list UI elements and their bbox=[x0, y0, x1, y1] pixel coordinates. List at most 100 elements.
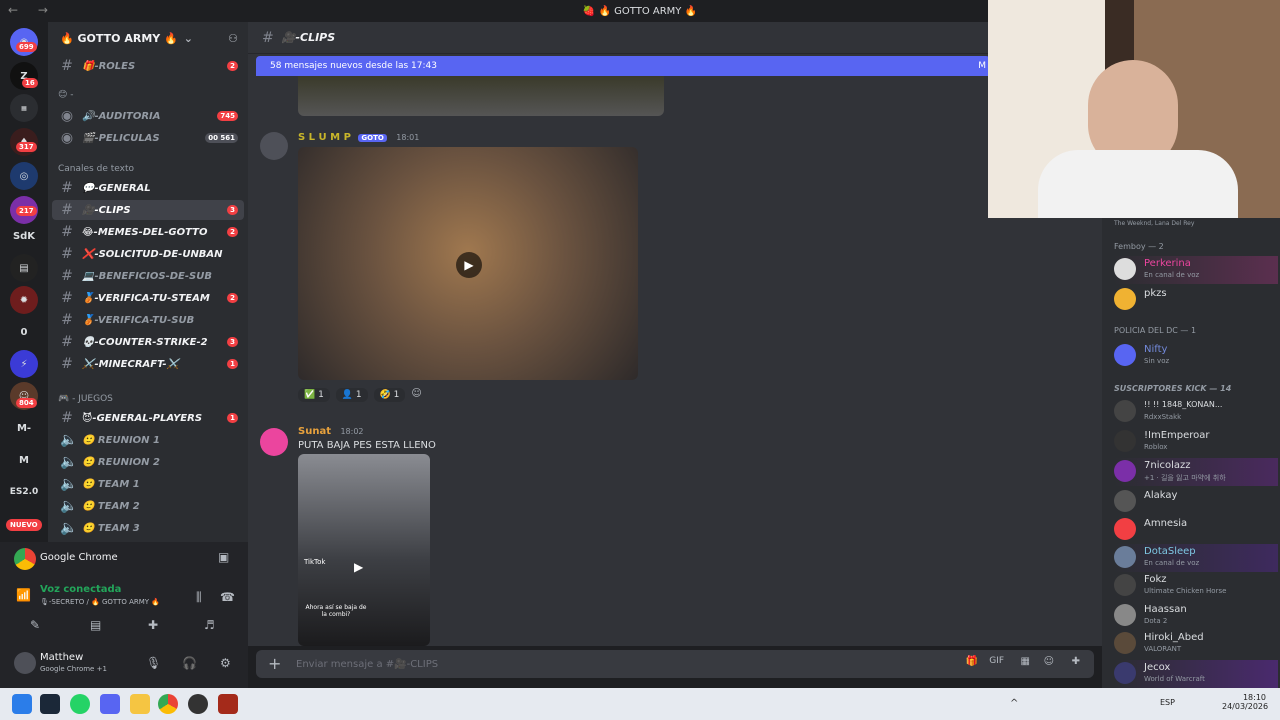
soundboard-icon[interactable]: ♬ bbox=[204, 618, 215, 632]
emoji-icon[interactable]: ☺ bbox=[1044, 656, 1054, 667]
avatar[interactable] bbox=[260, 132, 288, 160]
language-indicator[interactable]: ESP bbox=[1160, 698, 1175, 707]
channel-beneficios[interactable]: # 💻-BENEFICIOS-DE-SUB bbox=[52, 266, 244, 286]
channel-memes[interactable]: # 😂-MEMES-DEL-GOTTO 2 bbox=[52, 222, 244, 242]
video-attachment[interactable]: TikTok ▶ Ahora así se baja de la combi? bbox=[298, 454, 430, 646]
noise-icon[interactable]: ⫼ bbox=[196, 590, 202, 605]
member-item[interactable]: Jecox World of Warcraft bbox=[1114, 660, 1278, 688]
sticker-icon[interactable]: ▦ bbox=[1021, 656, 1030, 667]
message-author[interactable]: S L U M P GOTO 18:01 bbox=[298, 132, 419, 143]
server-icon-6[interactable]: ▤ bbox=[10, 254, 38, 282]
new-messages-bar[interactable]: 58 mensajes nuevos desde las 17:43 M bbox=[256, 56, 990, 76]
disconnect-icon[interactable]: ☎ bbox=[220, 590, 235, 604]
voice-team-2[interactable]: 🔈 🙂 TEAM 2 bbox=[52, 496, 244, 516]
category-emoji[interactable]: 😊 - bbox=[58, 90, 74, 100]
hash-icon: # bbox=[61, 180, 73, 196]
member-status: RdxxStakk bbox=[1144, 413, 1182, 421]
webcam-overlay bbox=[988, 0, 1280, 218]
server-icon-8[interactable]: ⚡ bbox=[10, 350, 38, 378]
channel-verifica-steam[interactable]: # 🥉-VERIFICA-TU-STEAM 2 bbox=[52, 288, 244, 308]
apps-icon[interactable]: ✚ bbox=[1072, 656, 1080, 667]
play-icon[interactable]: ▶ bbox=[456, 252, 482, 278]
hash-icon: # bbox=[61, 246, 73, 262]
avatar[interactable] bbox=[260, 428, 288, 456]
reaction[interactable]: 🤣 1 bbox=[373, 388, 406, 402]
member-item[interactable]: Nifty Sin voz bbox=[1114, 342, 1278, 370]
mic-icon[interactable]: 🎙 bbox=[146, 656, 161, 670]
channel-peliculas[interactable]: ◉ 🎬-PELICULAS 00 561 bbox=[52, 128, 244, 148]
headphones-icon[interactable]: 🎧 bbox=[182, 656, 197, 670]
channel-general[interactable]: # 💬-GENERAL bbox=[52, 178, 244, 198]
member-item[interactable]: Hiroki_Abed VALORANT bbox=[1114, 630, 1278, 658]
video-off-icon[interactable]: ✎ bbox=[30, 618, 40, 632]
dota-icon[interactable] bbox=[218, 694, 238, 714]
voice-reunion-1[interactable]: 🔈 🙂 REUNION 1 bbox=[52, 430, 244, 450]
member-item[interactable]: Amnesia bbox=[1114, 516, 1278, 544]
chrome-icon[interactable] bbox=[158, 694, 178, 714]
avatar[interactable] bbox=[14, 652, 36, 674]
category-texto[interactable]: Canales de texto bbox=[58, 164, 134, 174]
channel-verifica-sub[interactable]: # 🥉-VERIFICA-TU-SUB bbox=[52, 310, 244, 330]
voice-team-1[interactable]: 🔈 🙂 TEAM 1 bbox=[52, 474, 244, 494]
play-icon[interactable]: ▶ bbox=[354, 560, 363, 574]
server-sdk[interactable]: SdK bbox=[10, 222, 38, 250]
whatsapp-icon[interactable] bbox=[70, 694, 90, 714]
member-item[interactable]: !ImEmperoar Roblox bbox=[1114, 428, 1278, 456]
category-juegos[interactable]: 🎮 - JUEGOS bbox=[58, 394, 113, 404]
gif-icon[interactable]: GIF bbox=[989, 656, 1004, 666]
channel-roles[interactable]: # 🎁-ROLES 2 bbox=[52, 56, 244, 76]
member-item[interactable]: Haassan Dota 2 bbox=[1114, 602, 1278, 630]
add-user-icon[interactable]: ⚇ bbox=[228, 32, 238, 45]
member-item[interactable]: !! !! 1848_KONAN... RdxxStakk bbox=[1114, 398, 1278, 426]
windows-start-icon[interactable] bbox=[12, 694, 32, 714]
message-composer[interactable]: + Enviar mensaje a #🎥-CLIPS 🎁 GIF ▦ ☺ ✚ bbox=[256, 650, 1094, 678]
member-item[interactable]: pkzs bbox=[1114, 286, 1278, 314]
server-icon-7[interactable]: ✹ bbox=[10, 286, 38, 314]
new-messages-mark[interactable]: M bbox=[978, 61, 986, 71]
channel-auditoria[interactable]: ◉ 🔊-AUDITORIA 745 bbox=[52, 106, 244, 126]
server-m-dash[interactable]: M- bbox=[10, 414, 38, 442]
file-explorer-icon[interactable] bbox=[130, 694, 150, 714]
voice-reunion-2[interactable]: 🔈 🙂 REUNION 2 bbox=[52, 452, 244, 472]
channel-cs2[interactable]: # 💀-COUNTER-STRIKE-2 3 bbox=[52, 332, 244, 352]
voice-status[interactable]: Voz conectada bbox=[40, 584, 121, 595]
channel-minecraft[interactable]: # ⚔️-MINECRAFT-⚔️ 1 bbox=[52, 354, 244, 374]
message-author[interactable]: Sunat 18:02 bbox=[298, 426, 364, 437]
nav-arrows[interactable]: ← → bbox=[8, 3, 56, 17]
server-es2[interactable]: ES2.0 bbox=[10, 478, 39, 506]
share-screen-icon[interactable]: ▤ bbox=[90, 618, 101, 632]
member-item[interactable]: Perkerina En canal de voz bbox=[1114, 256, 1278, 284]
voice-team-3[interactable]: 🔈 🙂 TEAM 3 bbox=[52, 518, 244, 538]
reaction[interactable]: 👤 1 bbox=[335, 388, 368, 402]
tray-chevron-icon[interactable]: ^ bbox=[1010, 698, 1018, 709]
speaker-icon: 🔈 bbox=[60, 476, 78, 492]
channel-clips[interactable]: # 🎥-CLIPS 3 bbox=[52, 200, 244, 220]
clock[interactable]: 18:10 24/03/2026 bbox=[1222, 693, 1268, 711]
server-m[interactable]: M bbox=[10, 446, 38, 474]
voice-channel[interactable]: 🎙-SECRETO / 🔥 GOTTO ARMY 🔥 bbox=[40, 598, 160, 606]
discord-icon[interactable] bbox=[100, 694, 120, 714]
previous-image[interactable] bbox=[298, 76, 664, 116]
screen-share-icon[interactable]: ▣ bbox=[218, 550, 229, 564]
server-zero[interactable]: 0 bbox=[10, 318, 38, 346]
member-item[interactable]: DotaSleep En canal de voz bbox=[1114, 544, 1278, 572]
add-attachment-icon[interactable]: + bbox=[268, 654, 281, 673]
reaction[interactable]: ✅ 1 bbox=[298, 388, 330, 402]
channel-general-players[interactable]: # 😈-GENERAL-PLAYERS 1 bbox=[52, 408, 244, 428]
member-item[interactable]: Fokz Ultimate Chicken Horse bbox=[1114, 572, 1278, 600]
video-caption: Ahora así se baja de la combi? bbox=[305, 604, 367, 618]
channel-unban[interactable]: # ❌-SOLICITUD-DE-UNBAN bbox=[52, 244, 244, 264]
guild-header[interactable]: 🔥 GOTTO ARMY 🔥 ⌄ ⚇ bbox=[48, 22, 248, 54]
settings-gear-icon[interactable]: ⚙ bbox=[220, 656, 231, 670]
steam-icon[interactable] bbox=[40, 694, 60, 714]
server-icon-4[interactable]: ◎ bbox=[10, 162, 38, 190]
new-badge[interactable]: NUEVO bbox=[6, 519, 42, 531]
video-attachment[interactable]: ▶ bbox=[298, 147, 638, 380]
server-icon-2[interactable]: ▦ bbox=[10, 94, 38, 122]
add-reaction-icon[interactable]: ☺ bbox=[411, 388, 421, 402]
member-item[interactable]: Alakay bbox=[1114, 488, 1278, 516]
activities-icon[interactable]: ✚ bbox=[148, 618, 158, 632]
obs-icon[interactable] bbox=[188, 694, 208, 714]
gift-icon[interactable]: 🎁 bbox=[966, 656, 978, 667]
member-item[interactable]: 7nicolazz +1 · 길을 잃고 마약에 취하 bbox=[1114, 458, 1278, 486]
